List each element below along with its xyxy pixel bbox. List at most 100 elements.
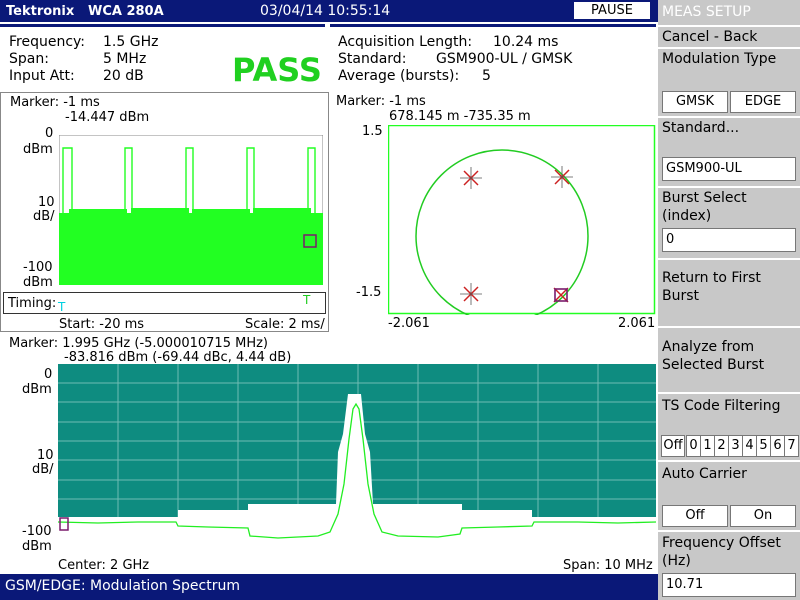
status-strip: [0, 23, 658, 28]
analyze-label-1: Analyze from: [662, 339, 755, 355]
cancel-back-label: Cancel - Back: [662, 29, 758, 45]
return-to-first-burst-key[interactable]: Return to First Burst: [658, 258, 800, 326]
auto-carrier-key[interactable]: Auto Carrier Off On: [658, 460, 800, 530]
constellation-x-right: 2.061: [618, 316, 656, 331]
constellation-y-bottom: -1.5: [356, 285, 382, 300]
spectrum-y-scale: 10: [37, 448, 54, 463]
status-strip-right: [330, 24, 656, 27]
burst-y-scale-unit: dB/: [33, 209, 55, 224]
spectrum-center: Center: 2 GHz: [58, 558, 150, 573]
burst-y-top: 0: [45, 126, 54, 141]
ts-option-7[interactable]: 7: [784, 435, 799, 457]
return-label-1: Return to First: [662, 270, 761, 286]
measurement-summary: Frequency: 1.5 GHz Span: 5 MHz Input Att…: [0, 30, 658, 92]
burst-power-panel[interactable]: Marker: -1 ms -14.447 dBm 0 dBm 10 dB/ -…: [0, 92, 329, 332]
ts-option-off[interactable]: Off: [661, 435, 685, 457]
analyze-label-2: Selected Burst: [662, 357, 765, 373]
input-att-label: Input Att:: [9, 68, 75, 84]
ts-option-0[interactable]: 0: [686, 435, 701, 457]
mode-label: GSM/EDGE: Modulation Spectrum: [5, 578, 240, 594]
ts-option-4[interactable]: 4: [742, 435, 757, 457]
timing-cursor-icon: T: [58, 300, 66, 314]
burst-power-plot[interactable]: [59, 135, 323, 285]
spectrum-y-bottom: -100: [22, 524, 52, 539]
burst-marker-time: Marker: -1 ms: [10, 95, 100, 110]
pause-button[interactable]: PAUSE: [574, 2, 650, 19]
constellation-x-left: -2.061: [388, 316, 430, 331]
timing-bar[interactable]: Timing: T T: [3, 292, 326, 314]
status-strip-left: [0, 24, 325, 27]
ts-option-5[interactable]: 5: [756, 435, 771, 457]
ts-code-label: TS Code Filtering: [662, 398, 781, 414]
modulation-spectrum-panel[interactable]: Marker: 1.995 GHz (-5.000010715 MHz) -83…: [0, 333, 658, 574]
ts-option-1[interactable]: 1: [700, 435, 715, 457]
standard-value: GSM900-UL / GMSK: [436, 51, 573, 67]
burst-y-bottom: -100: [23, 260, 53, 275]
spectrum-span: Span: 10 MHz: [563, 558, 653, 573]
freq-offset-field[interactable]: 10.71: [662, 573, 796, 597]
meas-setup-menu: MEAS SETUP Cancel - Back Modulation Type…: [658, 0, 800, 600]
brand-logo: Tektronix: [6, 4, 75, 19]
menu-title: MEAS SETUP: [662, 4, 751, 20]
burst-y-bottom-unit: dBm: [23, 275, 53, 290]
ts-option-2[interactable]: 2: [714, 435, 729, 457]
burst-select-label-2: (index): [662, 208, 712, 224]
freq-offset-label-2: (Hz): [662, 553, 691, 569]
constellation-y-top: 1.5: [362, 124, 383, 139]
frequency-offset-key[interactable]: Frequency Offset (Hz) 10.71: [658, 530, 800, 600]
edge-option[interactable]: EDGE: [730, 91, 796, 113]
pass-fail-indicator: PASS: [232, 51, 322, 89]
burst-y-top-unit: dBm: [23, 142, 53, 157]
span-label: Span:: [9, 51, 49, 67]
burst-select-key[interactable]: Burst Select (index) 0: [658, 186, 800, 258]
auto-carrier-off[interactable]: Off: [662, 505, 728, 527]
modulation-type-key[interactable]: Modulation Type GMSK EDGE: [658, 47, 800, 116]
ts-option-3[interactable]: 3: [728, 435, 743, 457]
spectrum-y-top-unit: dBm: [22, 382, 52, 397]
standard-key[interactable]: Standard... GSM900-UL: [658, 116, 800, 186]
modulation-type-label: Modulation Type: [662, 51, 777, 67]
constellation-panel[interactable]: Marker: -1 ms 678.145 m -735.35 m 1.5 -1…: [329, 92, 658, 332]
analyze-from-selected-burst-key[interactable]: Analyze from Selected Burst: [658, 326, 800, 392]
burst-start: Start: -20 ms: [59, 317, 145, 332]
average-value: 5: [482, 68, 491, 84]
auto-carrier-on[interactable]: On: [730, 505, 796, 527]
timing-end-icon: T: [303, 293, 311, 307]
spectrum-plot[interactable]: [58, 364, 656, 557]
return-label-2: Burst: [662, 288, 700, 304]
timing-label: Timing:: [8, 296, 57, 311]
spectrum-marker-frequency: Marker: 1.995 GHz (-5.000010715 MHz): [9, 336, 268, 351]
span-value: 5 MHz: [103, 51, 147, 67]
burst-select-label-1: Burst Select: [662, 190, 747, 206]
datetime: 03/04/14 10:55:14: [260, 3, 391, 19]
spectrum-y-bottom-unit: dBm: [22, 539, 52, 554]
constellation-marker-iq: 678.145 m -735.35 m: [389, 109, 531, 124]
spectrum-y-scale-unit: dB/: [32, 462, 54, 477]
standard-label: Standard:: [338, 51, 407, 67]
acquisition-length-label: Acquisition Length:: [338, 34, 473, 50]
burst-select-field[interactable]: 0: [662, 228, 796, 252]
mode-status-bar: GSM/EDGE: Modulation Spectrum: [0, 574, 658, 600]
burst-scale: Scale: 2 ms/: [245, 317, 325, 332]
ts-code-filtering-key[interactable]: TS Code Filtering Off 0 1 2 3 4 5 6 7: [658, 392, 800, 460]
ts-option-6[interactable]: 6: [770, 435, 785, 457]
ts-code-options: Off 0 1 2 3 4 5 6 7: [661, 435, 799, 457]
auto-carrier-label: Auto Carrier: [662, 466, 747, 482]
constellation-marker-time: Marker: -1 ms: [336, 94, 426, 109]
model-name: WCA 280A: [88, 4, 164, 19]
input-att-value: 20 dB: [103, 68, 144, 84]
standard-menu-label: Standard...: [662, 120, 740, 136]
standard-field[interactable]: GSM900-UL: [662, 157, 796, 181]
constellation-plot[interactable]: [388, 125, 656, 315]
spectrum-marker-level: -83.816 dBm (-69.44 dBc, 4.44 dB): [64, 350, 292, 365]
acquisition-length-value: 10.24 ms: [493, 34, 559, 50]
burst-marker-level: -14.447 dBm: [65, 110, 150, 125]
burst-y-scale: 10: [38, 195, 55, 210]
freq-offset-label-1: Frequency Offset: [662, 535, 781, 551]
average-label: Average (bursts):: [338, 68, 460, 84]
gmsk-option[interactable]: GMSK: [662, 91, 728, 113]
title-bar: Tektronix WCA 280A 03/04/14 10:55:14 PAU…: [0, 0, 658, 22]
cancel-back-key[interactable]: Cancel - Back: [658, 25, 800, 47]
frequency-value: 1.5 GHz: [103, 34, 159, 50]
frequency-label: Frequency:: [9, 34, 86, 50]
